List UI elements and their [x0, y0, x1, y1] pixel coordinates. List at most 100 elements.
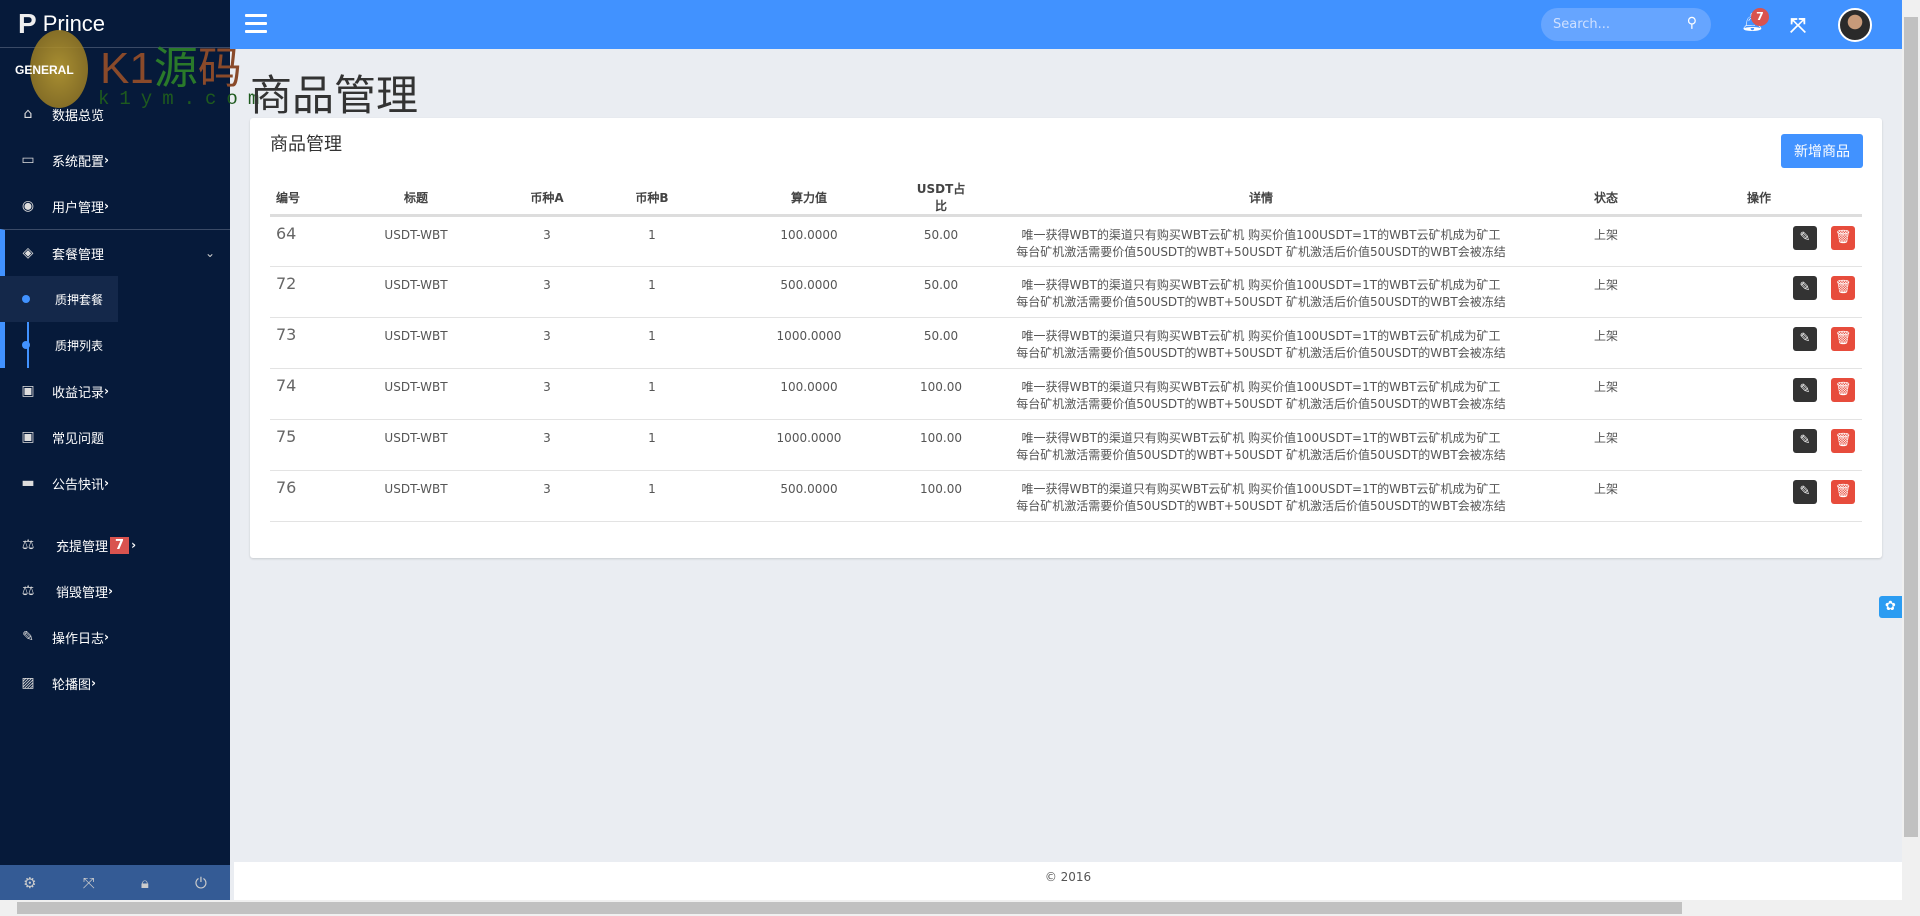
sidebar-item-earnings[interactable]: ▣ 收益记录 ›: [0, 368, 230, 414]
brand-logo[interactable]: P Prince: [0, 0, 230, 48]
delete-button[interactable]: 🗑︎: [1831, 327, 1855, 351]
money-icon: ▣: [21, 383, 35, 399]
sidebar-item-deposit-withdraw[interactable]: ⚖ 充提管理 7 ›: [0, 522, 230, 568]
cell-coin-a: 3: [492, 419, 602, 471]
sidebar-item-system-config[interactable]: ▭ 系统配置 ›: [0, 137, 230, 183]
delete-button[interactable]: 🗑︎: [1831, 378, 1855, 402]
sidebar-item-burn[interactable]: ⚖ 销毁管理 ›: [0, 568, 230, 614]
user-circle-icon: ◉: [21, 198, 35, 214]
chevron-right-icon: ›: [131, 538, 137, 552]
sidebar-subitem-stake-packages[interactable]: 质押套餐: [0, 276, 118, 322]
edit-button[interactable]: ✎: [1793, 226, 1817, 250]
detail-line: 唯一获得WBT的渠道只有购买WBT云矿机 购买价值100USDT=1T的WBT云…: [1021, 482, 1501, 496]
edit-button[interactable]: ✎: [1793, 378, 1817, 402]
cell-id: 74: [270, 368, 340, 420]
label: 套餐管理: [52, 247, 105, 263]
cell-detail: 唯一获得WBT的渠道只有购买WBT云矿机 购买价值100USDT=1T的WBT云…: [966, 419, 1556, 471]
power-icon[interactable]: ⏻: [195, 874, 207, 892]
sidebar-item-dashboard[interactable]: ⌂ 数据总览: [0, 91, 230, 137]
dot-icon: [22, 295, 30, 303]
avatar[interactable]: [1838, 8, 1872, 42]
chevron-right-icon: ›: [108, 584, 113, 598]
sidebar-item-faq[interactable]: ▣ 常见问题: [0, 414, 230, 460]
edit-icon: ✎: [22, 629, 34, 645]
table-row: 73 USDT-WBT 3 1 1000.0000 50.00 唯一获得WBT的…: [270, 317, 1862, 369]
delete-button[interactable]: 🗑︎: [1831, 276, 1855, 300]
label: 收益记录: [52, 385, 105, 401]
cell-id: 64: [270, 215, 340, 267]
edit-button[interactable]: ✎: [1793, 327, 1817, 351]
table-row: 72 USDT-WBT 3 1 500.0000 50.00 唯一获得WBT的渠…: [270, 266, 1862, 318]
horizontal-scrollbar[interactable]: [0, 900, 1920, 916]
edit-button[interactable]: ✎: [1793, 429, 1817, 453]
cell-coin-b: 1: [602, 317, 702, 369]
products-card: 商品管理 新增商品 编号 标题 币种A 币种B 算力值 USDT占比 详情 状态…: [250, 118, 1882, 558]
detail-line: 每台矿机激活需要价值50USDT的WBT+50USDT 矿机激活后价值50USD…: [1016, 245, 1506, 259]
label: 质押套餐: [55, 292, 104, 307]
badge: 7: [110, 536, 130, 554]
cell-actions: ✎ 🗑︎: [1656, 266, 1862, 318]
sidebar-item-packages[interactable]: ◈ 套餐管理 ⌄: [5, 230, 230, 276]
lock-icon[interactable]: 🔒︎: [141, 874, 149, 892]
cell-actions: ✎ 🗑︎: [1656, 419, 1862, 471]
delete-button[interactable]: 🗑︎: [1831, 429, 1855, 453]
floating-widget-icon[interactable]: ✿: [1879, 596, 1902, 618]
search-input[interactable]: Search... ⚲: [1541, 8, 1711, 41]
cell-power: 100.0000: [702, 368, 916, 420]
cell-ratio: 50.00: [916, 317, 966, 369]
detail-line: 每台矿机激活需要价值50USDT的WBT+50USDT 矿机激活后价值50USD…: [1016, 295, 1506, 309]
delete-button[interactable]: 🗑︎: [1831, 226, 1855, 250]
sidebar-item-carousel[interactable]: ▨ 轮播图 ›: [0, 660, 230, 706]
detail-line: 唯一获得WBT的渠道只有购买WBT云矿机 购买价值100USDT=1T的WBT云…: [1021, 228, 1501, 242]
label: 轮播图: [52, 677, 92, 693]
gear-icon[interactable]: ⚙: [23, 874, 36, 892]
cell-ratio: 50.00: [916, 215, 966, 267]
cell-status: 上架: [1556, 215, 1656, 267]
chevron-right-icon: ›: [104, 630, 109, 644]
delete-button[interactable]: 🗑︎: [1831, 480, 1855, 504]
menu-toggle-icon[interactable]: [245, 14, 267, 33]
label: 用户管理: [52, 200, 105, 216]
chevron-down-icon: ⌄: [204, 246, 215, 260]
sidebar-subitem-stake-list[interactable]: 质押列表: [0, 322, 230, 368]
detail-line: 每台矿机激活需要价值50USDT的WBT+50USDT 矿机激活后价值50USD…: [1016, 448, 1506, 462]
edit-button[interactable]: ✎: [1793, 480, 1817, 504]
cell-power: 500.0000: [702, 266, 916, 318]
label: 常见问题: [52, 431, 105, 447]
cell-coin-a: 3: [492, 470, 602, 522]
chevron-right-icon: ›: [104, 476, 109, 490]
search-icon[interactable]: ⚲: [1687, 15, 1697, 31]
col-coin-a: 币种A: [492, 180, 602, 217]
cell-coin-a: 3: [492, 215, 602, 267]
cell-title: USDT-WBT: [340, 317, 492, 369]
sidebar-item-logs[interactable]: ✎ 操作日志 ›: [0, 614, 230, 660]
cell-coin-a: 3: [492, 317, 602, 369]
table-row: 76 USDT-WBT 3 1 500.0000 100.00 唯一获得WBT的…: [270, 470, 1862, 522]
col-ratio: USDT占比: [916, 180, 966, 217]
search-placeholder: Search...: [1553, 17, 1611, 32]
chevron-right-icon: ›: [104, 199, 109, 213]
fullscreen-icon[interactable]: ⤧: [83, 874, 95, 892]
sidebar-item-announcements[interactable]: ▬ 公告快讯 ›: [0, 460, 230, 506]
vertical-scrollbar[interactable]: [1902, 0, 1920, 900]
cell-coin-b: 1: [602, 419, 702, 471]
col-id: 编号: [270, 180, 340, 217]
chevron-right-icon: ›: [104, 384, 109, 398]
cell-actions: ✎ 🗑︎: [1656, 368, 1862, 420]
cube-icon: ◈: [22, 245, 34, 261]
add-product-button[interactable]: 新增商品: [1781, 134, 1863, 168]
cell-coin-b: 1: [602, 266, 702, 318]
sidebar-item-users[interactable]: ◉ 用户管理 ›: [0, 183, 230, 229]
label: 销毁管理: [56, 585, 109, 601]
footer: © 2016: [234, 862, 1902, 900]
bell-icon[interactable]: 🔔︎7: [1741, 8, 1769, 33]
chevron-right-icon: ›: [91, 676, 96, 690]
dot-icon: [22, 341, 30, 349]
cell-power: 1000.0000: [702, 317, 916, 369]
page-title: 商品管理: [250, 71, 419, 120]
cell-coin-a: 3: [492, 368, 602, 420]
edit-button[interactable]: ✎: [1793, 276, 1817, 300]
cell-title: USDT-WBT: [340, 215, 492, 267]
cell-detail: 唯一获得WBT的渠道只有购买WBT云矿机 购买价值100USDT=1T的WBT云…: [966, 266, 1556, 318]
fullscreen-icon[interactable]: ⤧: [1790, 13, 1806, 37]
